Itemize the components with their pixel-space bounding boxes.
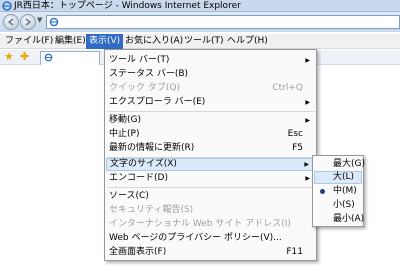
back-button[interactable] xyxy=(3,14,19,30)
view-menu-item-quick-tabs: クイック タブ(Q) Ctrl+Q xyxy=(109,83,303,93)
text-size-medium[interactable]: 中(M) xyxy=(314,185,362,198)
address-bar[interactable] xyxy=(46,15,400,29)
text-size-smaller[interactable]: 小(S) xyxy=(314,199,362,212)
menu-edit[interactable]: 編集(E) xyxy=(52,34,89,49)
view-menu-dropdown: ツール バー(T) ▶ ステータス バー(B) クイック タブ(Q) Ctrl+… xyxy=(104,49,317,261)
view-menu-item-explorer-bar[interactable]: エクスプローラ バー(E) ▶ xyxy=(106,96,315,109)
add-favorite-icon[interactable]: ✚ xyxy=(20,50,29,64)
text-size-larger[interactable]: 大(L) xyxy=(314,171,362,184)
navigation-bar: ▼ xyxy=(0,12,400,32)
submenu-arrow-icon: ▶ xyxy=(305,117,310,124)
favorites-star-icon[interactable]: ★ xyxy=(4,50,14,64)
ie-page-icon xyxy=(44,53,53,62)
view-menu-item-international-address: インターナショナル Web サイト アドレス(I) xyxy=(109,219,291,229)
submenu-arrow-icon: ▶ xyxy=(305,175,310,182)
view-menu-item-text-size[interactable]: 文字のサイズ(X) ▶ xyxy=(106,158,315,171)
submenu-arrow-icon: ▶ xyxy=(305,57,310,64)
view-menu-item-toolbar[interactable]: ツール バー(T) ▶ xyxy=(106,54,315,67)
view-menu-item-stop[interactable]: 中止(P) Esc xyxy=(106,128,315,141)
ie-logo-icon xyxy=(2,1,12,11)
view-menu-item-full-screen[interactable]: 全画面表示(F) F11 xyxy=(106,246,315,259)
menu-bar: ファイル(F) 編集(E) 表示(V) お気に入り(A) ツール(T) ヘルプ(… xyxy=(0,34,400,49)
text-size-submenu: 最大(G) 大(L) 中(M) 小(S) 最小(A) xyxy=(312,155,365,227)
window-title: JR西日本：トップページ - Windows Internet Explorer xyxy=(14,1,241,11)
view-menu-item-go-to[interactable]: 移動(G) ▶ xyxy=(106,114,315,127)
view-menu-item-security-report: セキュリティ報告(S) xyxy=(109,205,194,215)
menu-separator xyxy=(107,187,315,188)
ie-page-icon xyxy=(49,17,59,27)
menu-file[interactable]: ファイル(F) xyxy=(2,34,56,49)
view-menu-item-refresh[interactable]: 最新の情報に更新(R) F5 xyxy=(106,142,315,155)
back-arrow-icon xyxy=(7,18,14,26)
menu-view[interactable]: 表示(V) xyxy=(86,34,124,49)
text-size-smallest[interactable]: 最小(A) xyxy=(314,213,364,226)
title-bar: JR西日本：トップページ - Windows Internet Explorer xyxy=(0,0,400,12)
menu-favorites[interactable]: お気に入り(A) xyxy=(122,34,186,49)
forward-arrow-icon xyxy=(25,18,32,26)
page-tab[interactable] xyxy=(40,51,100,65)
text-size-largest[interactable]: 最大(G) xyxy=(314,158,365,171)
view-menu-item-encoding[interactable]: エンコード(D) ▶ xyxy=(106,172,315,185)
selected-radio-icon xyxy=(320,189,325,194)
forward-button[interactable] xyxy=(20,14,36,30)
submenu-arrow-icon: ▶ xyxy=(305,99,310,106)
view-menu-item-source[interactable]: ソース(C) xyxy=(106,190,315,203)
menu-tools[interactable]: ツール(T) xyxy=(181,34,227,49)
menu-separator xyxy=(107,111,315,112)
submenu-arrow-icon: ▶ xyxy=(304,161,309,168)
history-dropdown-icon[interactable]: ▼ xyxy=(37,16,42,24)
menu-help[interactable]: ヘルプ(H) xyxy=(224,34,271,49)
view-menu-item-privacy-policy[interactable]: Web ページのプライバシー ポリシー(V)... xyxy=(106,232,315,245)
view-menu-item-status-bar[interactable]: ステータス バー(B) xyxy=(106,68,315,81)
